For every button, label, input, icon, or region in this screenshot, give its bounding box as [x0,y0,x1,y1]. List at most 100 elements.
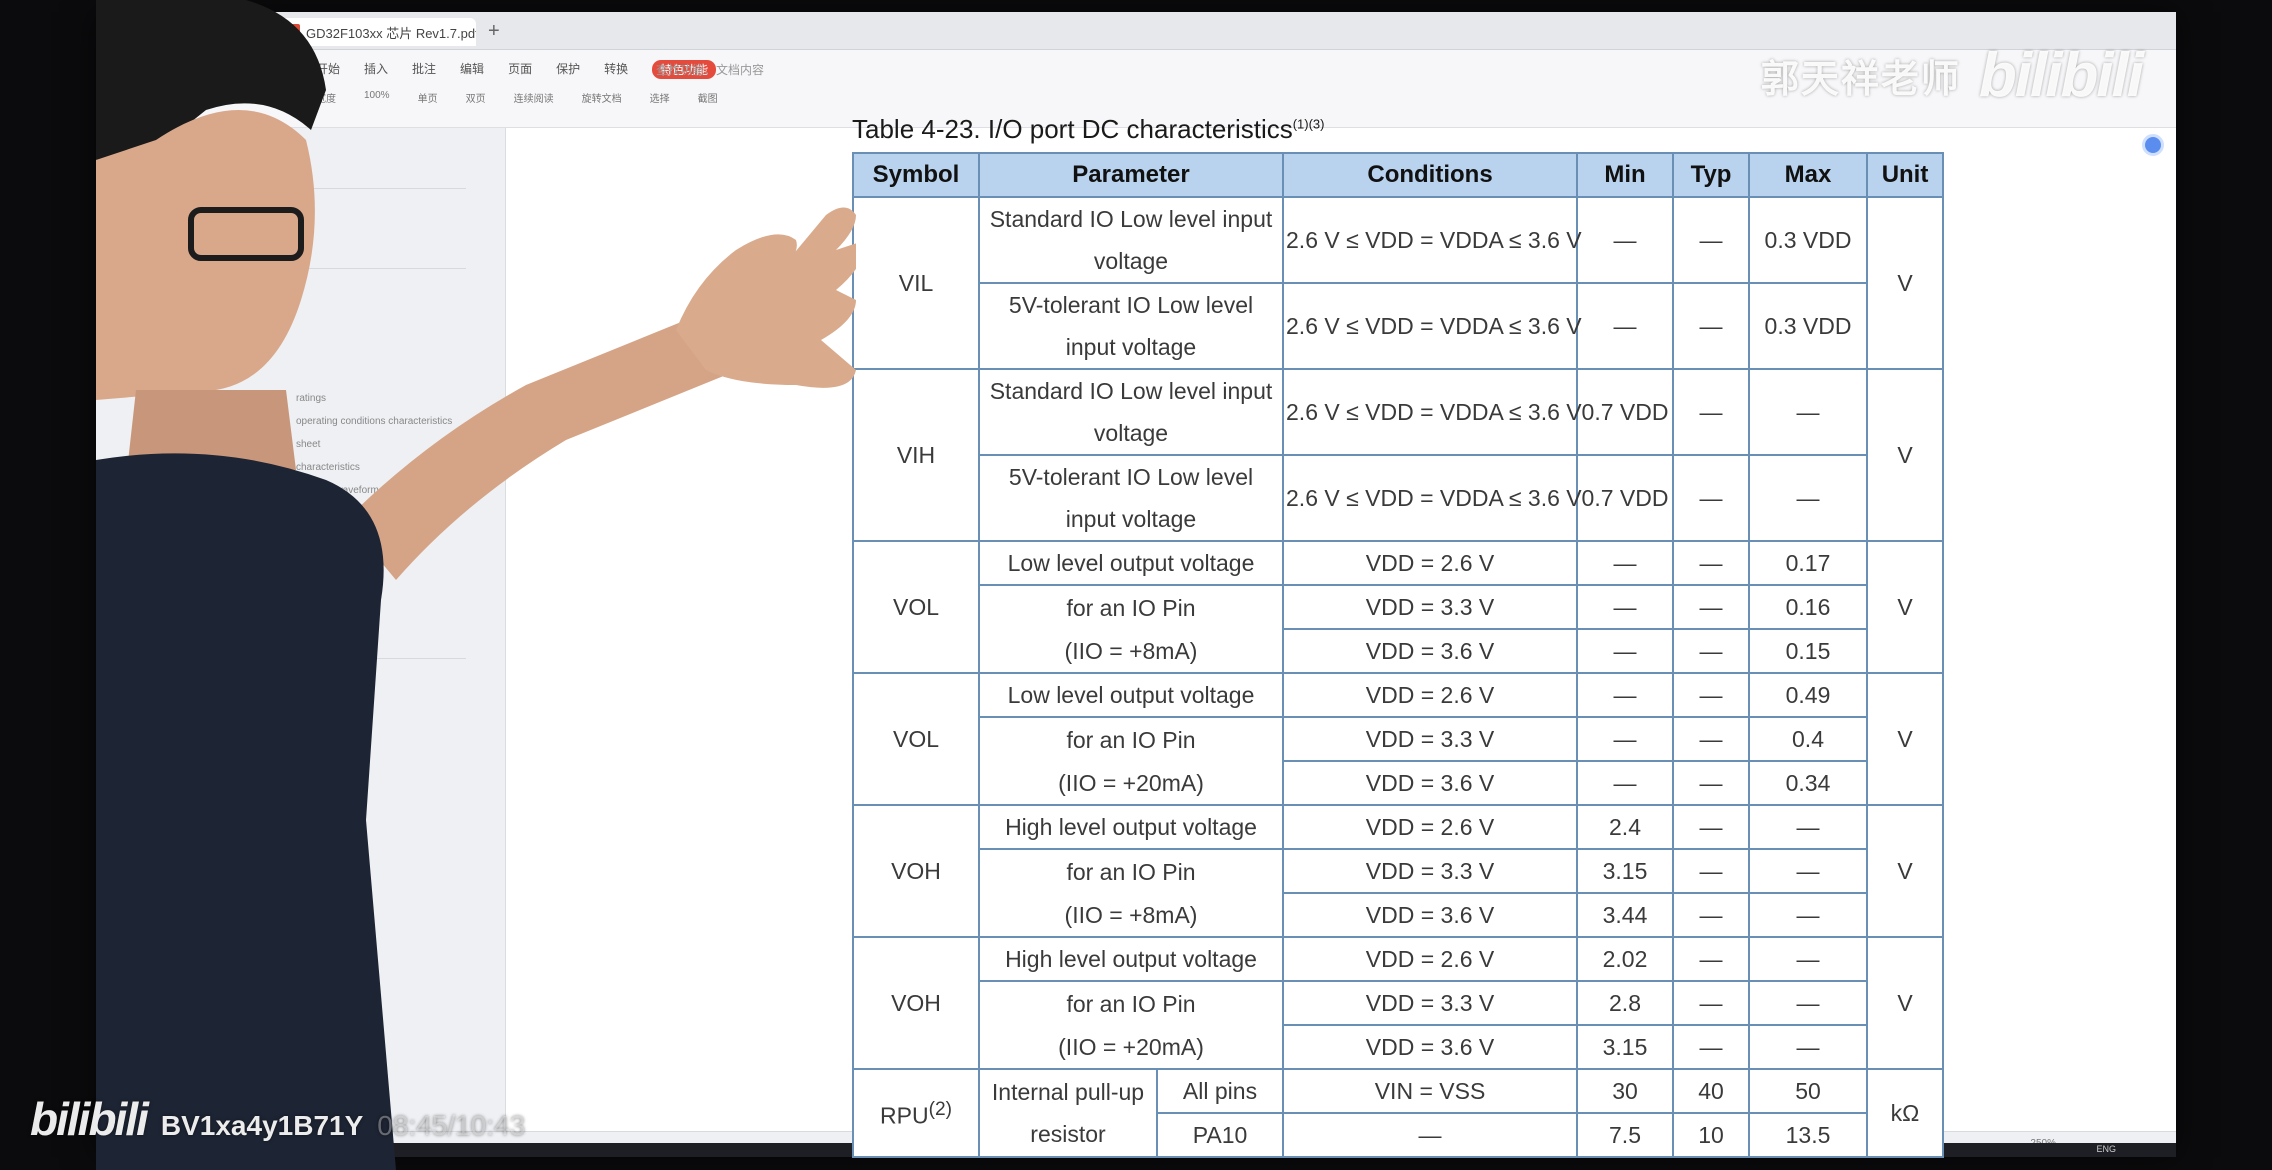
typ-cell: — [1672,716,1751,762]
parameter-cell: 5V-tolerant IO Low level input voltage [977,454,1285,542]
table-row: VOH High level output voltage VDD = 2.6 … [852,936,1945,1070]
conditions-cell: VDD = 3.6 V [1282,760,1579,806]
symbol-rpu-text: RPU [880,1102,929,1129]
table-row: for an IO Pin VDD = 3.3 V 3.15 — — [853,848,1943,894]
parameter-cell: Low level output voltage [977,540,1285,586]
typ-cell: — [1672,628,1751,674]
outline-entry[interactable]: operating conditions characteristics [296,416,452,427]
video-bv-id: BV1xa4y1B71Y [160,1110,364,1141]
table-row: (IIO = +20mA) VDD = 3.6 V 3.15 — — [853,1024,1943,1070]
tool-continuous[interactable]: 连续阅读 [514,90,554,105]
conditions-cell: 2.6 V ≤ VDD = VDDA ≤ 3.6 V [1282,196,1582,284]
menu-item-start[interactable]: 开始 [316,60,340,79]
max-cell: 0.17 [1748,540,1869,586]
outline-entry[interactable]: capacity waveform characteristics [296,485,446,496]
outline-entry[interactable]: sheet [296,439,320,450]
min-cell: 30 [1576,1068,1675,1114]
new-tab-button[interactable]: + [488,20,500,42]
min-cell: — [1576,628,1675,674]
symbol-vil: VIL [852,196,980,370]
table-row: (IIO = +8mA) VDD = 3.6 V 3.44 — — [853,892,1943,938]
parameter-cell: for an IO Pin [977,717,1285,761]
conditions-cell: 2.6 V ≤ VDD = VDDA ≤ 3.6 V [1282,454,1582,542]
symbol-vol: VOL [852,540,980,674]
outline-entry[interactable]: characteristics [296,462,360,473]
tool-fit-width[interactable]: 适合宽度 [296,90,336,105]
table-row: RPU(2) Internal pull-up resistor All pin… [852,1068,1945,1158]
table-row: 5V-tolerant IO Low level input voltage 2… [853,454,1943,542]
bilibili-logo: bilibili [1978,41,2144,110]
menu-item-insert[interactable]: 插入 [364,60,388,79]
document-tab[interactable]: GD32F103xx 芯片 Rev1.7.pdf [276,18,476,46]
parameter-cell: for an IO Pin [977,585,1285,629]
max-cell: 0.49 [1748,672,1869,718]
typ-cell: — [1672,1024,1751,1070]
parameter-cell: Standard IO Low level input voltage [977,368,1285,456]
teacher-name: 郭天祥老师 [1760,59,1961,101]
max-cell: — [1748,980,1869,1026]
typ-cell: — [1672,672,1751,718]
header-typ: Typ [1672,152,1751,198]
sub-parameter-cell: All pins [1155,1068,1285,1114]
unit-cell: V [1866,540,1945,674]
ribbon-search[interactable]: 查找功能、文档内容 [656,61,764,78]
typ-cell: — [1672,282,1751,370]
max-cell: — [1748,1024,1869,1070]
outline-divider [296,188,466,189]
table-row: VIL Standard IO Low level input voltage … [852,196,1945,370]
max-cell: 0.3 VDD [1748,196,1869,284]
unit-cell: V [1866,804,1945,938]
min-cell: 2.4 [1576,804,1675,850]
parameter-cell: Standard IO Low level input voltage [977,196,1285,284]
conditions-cell: — [1282,1112,1579,1158]
table-row: for an IO Pin VDD = 3.3 V — — 0.16 [853,584,1943,630]
conditions-cell: VDD = 2.6 V [1282,804,1579,850]
symbol-vih: VIH [852,368,980,542]
header-min: Min [1576,152,1675,198]
conditions-cell: VDD = 3.3 V [1282,980,1579,1026]
typ-cell: — [1672,848,1751,894]
min-cell: 3.44 [1576,892,1675,938]
unit-cell: V [1866,672,1945,806]
menu-item-convert[interactable]: 转换 [604,60,628,79]
tool-single-page[interactable]: 单页 [418,90,438,105]
table-row: VIH Standard IO Low level input voltage … [852,368,1945,542]
symbol-vol: VOL [852,672,980,806]
min-cell: — [1576,540,1675,586]
table-row: (IIO = +8mA) VDD = 3.6 V — — 0.15 [853,628,1943,674]
max-cell: — [1748,892,1869,938]
tool-rotate[interactable]: 旋转文档 [582,90,622,105]
typ-cell: — [1672,196,1751,284]
parameter-cell: High level output voltage [977,936,1285,982]
menu-item-protect[interactable]: 保护 [556,60,580,79]
tool-select[interactable]: 选择 [650,90,670,105]
parameter-cell: (IIO = +8mA) [977,629,1285,674]
conditions-cell: VDD = 2.6 V [1282,540,1579,586]
video-overlay: bilibili BV1xa4y1B71Y 08:45/10:43 [30,1092,525,1146]
tool-screenshot[interactable]: 截图 [698,90,718,105]
parameter-cell: for an IO Pin [977,849,1285,893]
max-cell: — [1748,936,1869,982]
assistant-float-button[interactable] [2142,134,2164,156]
menu-item-annotate[interactable]: 批注 [412,60,436,79]
max-cell: — [1748,454,1869,542]
max-cell: — [1748,368,1869,456]
header-parameter: Parameter [977,152,1285,198]
parameter-cell: High level output voltage [977,804,1285,850]
conditions-cell: VDD = 3.3 V [1282,848,1579,894]
conditions-cell: VDD = 3.6 V [1282,628,1579,674]
watermark: 郭天祥老师 bilibili [1760,40,2144,111]
max-cell: 50 [1748,1068,1869,1114]
tool-zoom[interactable]: 100% [364,90,390,105]
parameter-cell: (IIO = +20mA) [977,761,1285,806]
tool-double-page[interactable]: 双页 [466,90,486,105]
table-title: Table 4-23. I/O port DC characteristics(… [852,114,1325,145]
menu-item-edit[interactable]: 编辑 [460,60,484,79]
menu-item-page[interactable]: 页面 [508,60,532,79]
conditions-cell: VIN = VSS [1282,1068,1579,1114]
input-language[interactable]: ENG [2096,1144,2116,1154]
max-cell: 0.15 [1748,628,1869,674]
outline-entry[interactable]: characteristics [296,698,360,709]
typ-cell: — [1672,454,1751,542]
outline-entry[interactable]: ratings [296,393,326,404]
